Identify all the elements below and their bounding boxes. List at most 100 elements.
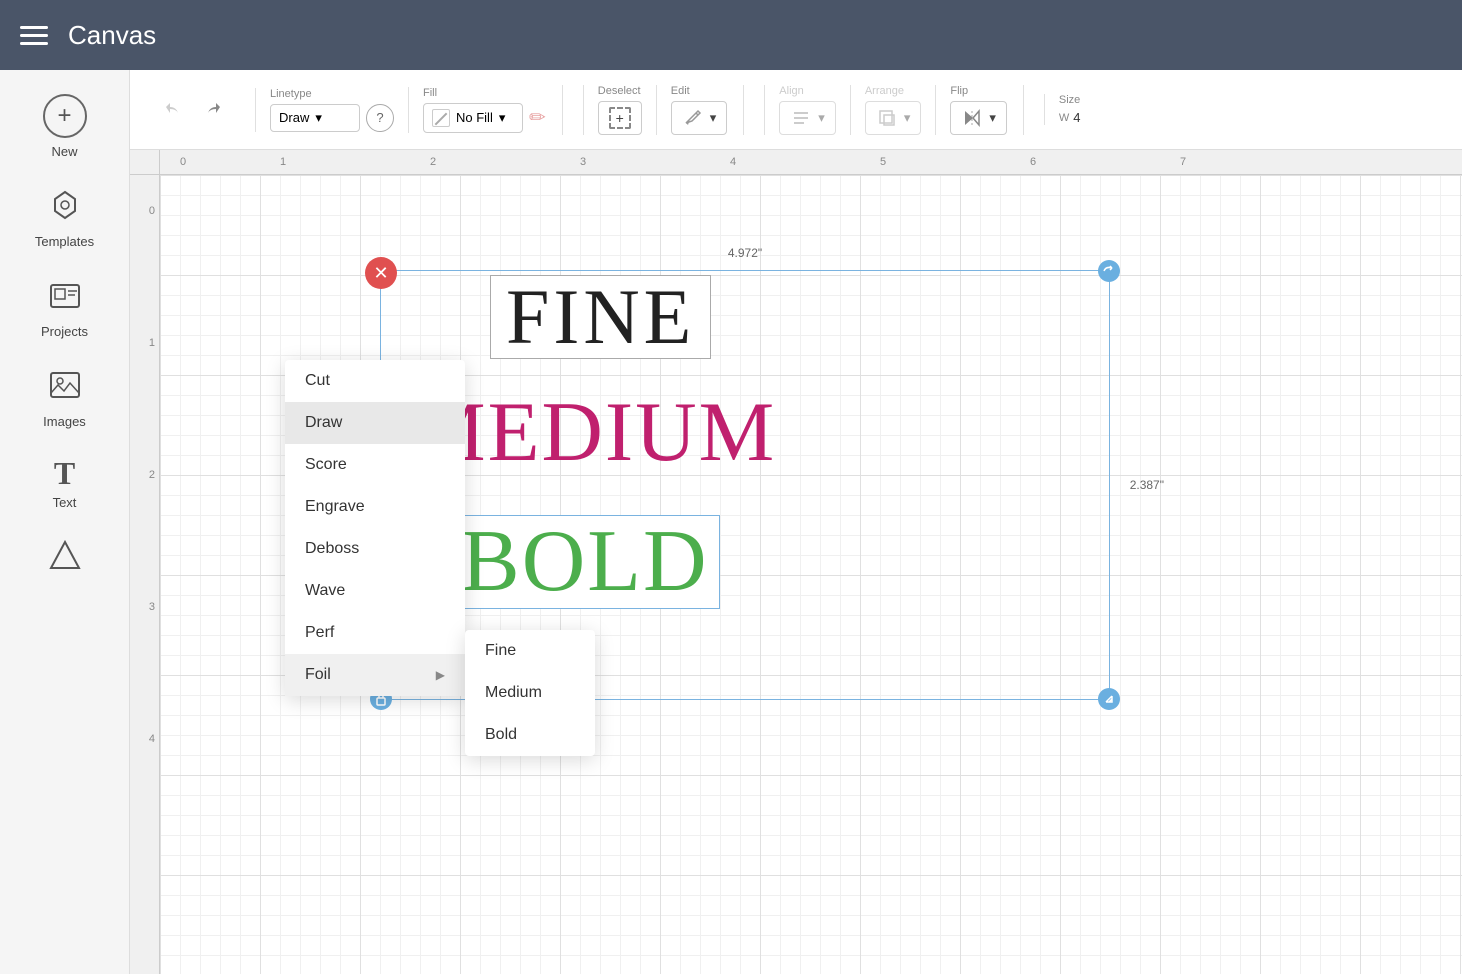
edit-button[interactable]: ▾ (671, 101, 728, 135)
sidebar: + New Templates Projects (0, 70, 130, 974)
foil-item-fine[interactable]: Fine (465, 630, 595, 672)
align-label: Align (779, 85, 836, 97)
deselect-button[interactable]: + (598, 101, 642, 135)
templates-icon (47, 187, 83, 228)
foil-fine-label: Fine (485, 642, 516, 659)
linetype-help-button[interactable]: ? (366, 104, 394, 132)
size-label: Size (1059, 94, 1081, 106)
toolbar-separator-1 (562, 85, 563, 135)
flip-icon (961, 107, 983, 129)
fill-label: Fill (423, 87, 546, 99)
undo-redo-group (145, 92, 241, 128)
flip-chevron: ▾ (989, 110, 996, 126)
fine-text-container[interactable]: FINE (490, 275, 711, 359)
linetype-chevron: ▾ (315, 110, 322, 126)
sidebar-item-new[interactable]: + New (0, 80, 129, 173)
text-icon: T (54, 457, 75, 489)
menu-item-score[interactable]: Score (285, 444, 465, 486)
align-group: Align ▾ (764, 85, 836, 135)
ruler-v-2: 2 (149, 469, 155, 481)
menu-button[interactable] (20, 26, 48, 45)
menu-item-engrave-label: Engrave (305, 498, 365, 516)
ruler-top: 0 1 2 3 4 5 6 7 (160, 150, 1462, 175)
ruler-v-3: 3 (149, 601, 155, 613)
linetype-group: Linetype Draw ▾ ? (255, 88, 394, 132)
menu-item-engrave[interactable]: Engrave (285, 486, 465, 528)
deselect-icon: + (609, 107, 631, 129)
menu-item-foil[interactable]: Foil ▶ (285, 654, 465, 696)
ruler-h-0: 0 (180, 156, 186, 168)
size-w-label: W (1059, 112, 1069, 124)
arrange-label: Arrange (865, 85, 922, 97)
deselect-group: Deselect + (583, 85, 642, 135)
ruler-h-3: 3 (580, 156, 586, 168)
images-icon (47, 367, 83, 408)
foil-submenu: Fine Medium Bold (465, 630, 595, 756)
header: Canvas (0, 0, 1462, 70)
menu-item-perf-label: Perf (305, 624, 334, 642)
arrange-icon (876, 107, 898, 129)
menu-item-draw[interactable]: Draw (285, 402, 465, 444)
ruler-h-1: 1 (280, 156, 286, 168)
flip-label: Flip (950, 85, 1007, 97)
size-group: Size W 4 (1044, 94, 1081, 125)
foil-item-medium[interactable]: Medium (465, 672, 595, 714)
menu-item-cut[interactable]: Cut (285, 360, 465, 402)
toolbar: Linetype Draw ▾ ? Fill No Fill ▾ (130, 70, 1462, 150)
dimension-right: 2.387" (1130, 478, 1164, 492)
main-layout: + New Templates Projects (0, 70, 1462, 974)
ruler-h-2: 2 (430, 156, 436, 168)
menu-item-cut-label: Cut (305, 372, 330, 390)
fill-group: Fill No Fill ▾ ✏ (408, 87, 546, 133)
sidebar-item-projects[interactable]: Projects (0, 263, 129, 353)
linetype-controls: Draw ▾ ? (270, 104, 394, 132)
fill-swatch (432, 109, 450, 127)
edit-icon (682, 107, 704, 129)
sidebar-label-projects: Projects (41, 324, 88, 339)
arrange-button[interactable]: ▾ (865, 101, 922, 135)
app-title: Canvas (68, 20, 156, 51)
bold-text: BOLD (461, 513, 709, 610)
align-button[interactable]: ▾ (779, 101, 836, 135)
flip-button[interactable]: ▾ (950, 101, 1007, 135)
sidebar-item-templates[interactable]: Templates (0, 173, 129, 263)
undo-button[interactable] (155, 92, 191, 128)
sidebar-label-text: Text (53, 495, 77, 510)
projects-icon (47, 277, 83, 318)
rotation-handle[interactable] (1098, 260, 1120, 282)
ruler-h-7: 7 (1180, 156, 1186, 168)
fill-dropdown[interactable]: No Fill ▾ (423, 103, 523, 133)
arrange-group: Arrange ▾ (850, 85, 922, 135)
linetype-value: Draw (279, 110, 309, 125)
linetype-label: Linetype (270, 88, 394, 100)
delete-button[interactable]: ✕ (365, 257, 397, 289)
flip-group: Flip ▾ (935, 85, 1007, 135)
fill-value: No Fill (456, 110, 493, 125)
foil-item-bold[interactable]: Bold (465, 714, 595, 756)
menu-item-wave[interactable]: Wave (285, 570, 465, 612)
sidebar-label-images: Images (43, 414, 86, 429)
linetype-menu: Cut Draw Score Engrave Deboss (285, 360, 465, 696)
align-icon (790, 107, 812, 129)
sidebar-item-shapes[interactable] (0, 524, 129, 593)
ruler-v-1: 1 (149, 337, 155, 349)
menu-item-perf[interactable]: Perf (285, 612, 465, 654)
sidebar-item-images[interactable]: Images (0, 353, 129, 443)
sidebar-item-text[interactable]: T Text (0, 443, 129, 524)
pencil-icon[interactable]: ✏ (529, 105, 546, 130)
menu-item-wave-label: Wave (305, 582, 345, 600)
redo-button[interactable] (195, 92, 231, 128)
menu-item-deboss[interactable]: Deboss (285, 528, 465, 570)
shapes-icon (47, 538, 83, 579)
canvas-grid: ✕ 4.972" 2.387" FI (160, 175, 1462, 974)
deselect-label: Deselect (598, 85, 642, 97)
linetype-dropdown[interactable]: Draw ▾ (270, 104, 360, 132)
foil-medium-label: Medium (485, 684, 542, 701)
resize-handle[interactable] (1098, 688, 1120, 710)
edit-chevron: ▾ (710, 110, 717, 126)
sidebar-label-templates: Templates (35, 234, 94, 249)
bold-text-container[interactable]: BOLD (450, 515, 720, 609)
ruler-v-0: 0 (149, 205, 155, 217)
menu-item-foil-label: Foil (305, 666, 331, 684)
ruler-corner (130, 150, 160, 175)
